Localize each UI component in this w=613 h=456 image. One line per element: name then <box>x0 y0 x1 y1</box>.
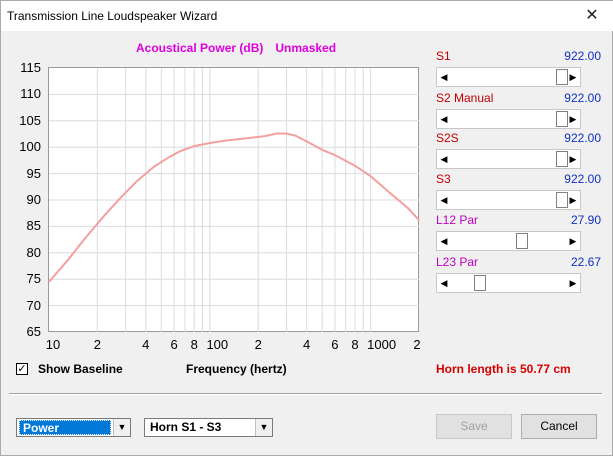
x-tick-label: 2 <box>93 337 102 352</box>
horn-select[interactable]: Horn S1 - S3 ▼ <box>144 418 273 437</box>
param-value: 922.00 <box>564 131 601 145</box>
param-scrollbar[interactable]: ◀ ▶ <box>436 231 581 251</box>
param-label: L23 Par <box>436 255 479 269</box>
arrow-left-icon[interactable]: ◀ <box>437 232 451 250</box>
arrow-left-icon[interactable]: ◀ <box>437 68 451 86</box>
arrow-right-icon[interactable]: ▶ <box>566 150 580 168</box>
param-row: L23 Par 22.67 ◀ ▶ <box>436 255 601 295</box>
scroll-thumb[interactable] <box>516 233 529 249</box>
chart-title: Acoustical Power (dB) Unmasked <box>136 41 336 55</box>
param-scrollbar[interactable]: ◀ ▶ <box>436 190 581 210</box>
scroll-thumb[interactable] <box>474 275 487 291</box>
param-scrollbar[interactable]: ◀ ▶ <box>436 149 581 169</box>
x-tick-label: 1000 <box>367 337 397 352</box>
show-baseline-label: Show Baseline <box>38 362 123 376</box>
save-button[interactable]: Save <box>436 414 512 439</box>
param-row: S2S 922.00 ◀ ▶ <box>436 131 601 171</box>
x-tick-label: 2 <box>413 337 421 352</box>
arrow-left-icon[interactable]: ◀ <box>437 150 451 168</box>
y-tick-label: 110 <box>20 86 41 102</box>
y-tick-label: 90 <box>26 192 41 207</box>
arrow-left-icon[interactable]: ◀ <box>437 110 451 128</box>
param-scrollbar[interactable]: ◀ ▶ <box>436 273 581 293</box>
param-value: 922.00 <box>564 49 601 63</box>
power-select-value: Power <box>19 420 111 435</box>
show-baseline-checkbox[interactable]: ✓ Show Baseline <box>16 362 123 376</box>
x-tick-label: 100 <box>206 337 229 352</box>
arrow-right-icon[interactable]: ▶ <box>566 191 580 209</box>
y-tick-label: 85 <box>26 218 41 234</box>
y-tick-label: 70 <box>26 297 41 313</box>
horn-length-text: Horn length is 50.77 cm <box>436 362 571 376</box>
y-tick-label: 75 <box>26 271 41 287</box>
x-tick-label: 6 <box>170 337 178 352</box>
arrow-right-icon[interactable]: ▶ <box>566 110 580 128</box>
param-value: 22.67 <box>570 255 601 269</box>
separator <box>9 393 602 395</box>
y-tick-label: 80 <box>26 244 41 260</box>
x-tick-label: 8 <box>190 337 198 352</box>
chevron-down-icon[interactable]: ▼ <box>255 419 272 436</box>
y-tick-label: 100 <box>19 139 41 155</box>
horn-select-value: Horn S1 - S3 <box>150 420 222 434</box>
x-tick-label: 2 <box>254 337 262 352</box>
x-tick-label: 6 <box>331 337 339 352</box>
chart-title-main: Acoustical Power (dB) <box>136 41 264 55</box>
cancel-button[interactable]: Cancel <box>521 414 597 439</box>
x-tick-label: 10 <box>45 337 61 352</box>
x-tick-label: 4 <box>302 337 311 352</box>
x-tick-label: 4 <box>142 337 150 352</box>
y-tick-label: 105 <box>19 112 41 128</box>
param-scrollbar[interactable]: ◀ ▶ <box>436 109 581 129</box>
checkbox-box[interactable]: ✓ <box>16 363 28 375</box>
arrow-right-icon[interactable]: ▶ <box>566 232 580 250</box>
param-label: S3 <box>436 172 451 186</box>
chart-title-mode: Unmasked <box>275 41 337 55</box>
x-tick-label: 8 <box>351 337 359 352</box>
y-tick-label: 115 <box>20 60 41 75</box>
param-row: L12 Par 27.90 ◀ ▶ <box>436 213 601 253</box>
arrow-left-icon[interactable]: ◀ <box>437 274 451 292</box>
y-tick-label: 65 <box>26 324 41 339</box>
param-value: 27.90 <box>570 213 601 227</box>
y-tick-label: 95 <box>26 165 41 181</box>
x-axis-label: Frequency (hertz) <box>186 362 287 376</box>
wizard-window: Transmission Line Loudspeaker Wizard ✕ A… <box>0 0 613 456</box>
plot-area <box>48 67 419 332</box>
power-select[interactable]: Power ▼ <box>16 418 131 437</box>
param-label: S2S <box>436 131 459 145</box>
param-label: S2 Manual <box>436 91 494 105</box>
close-icon[interactable]: ✕ <box>570 1 613 31</box>
param-label: L12 Par <box>436 213 479 227</box>
arrow-right-icon[interactable]: ▶ <box>566 274 580 292</box>
title-bar: Transmission Line Loudspeaker Wizard ✕ <box>1 1 613 31</box>
param-label: S1 <box>436 49 451 63</box>
param-row: S2 Manual 922.00 ◀ ▶ <box>436 91 601 131</box>
param-row: S3 922.00 ◀ ▶ <box>436 172 601 212</box>
param-scrollbar[interactable]: ◀ ▶ <box>436 67 581 87</box>
arrow-left-icon[interactable]: ◀ <box>437 191 451 209</box>
param-value: 922.00 <box>564 91 601 105</box>
param-row: S1 922.00 ◀ ▶ <box>436 49 601 89</box>
window-title: Transmission Line Loudspeaker Wizard <box>7 9 218 23</box>
chevron-down-icon[interactable]: ▼ <box>113 419 130 436</box>
param-value: 922.00 <box>564 172 601 186</box>
arrow-right-icon[interactable]: ▶ <box>566 68 580 86</box>
